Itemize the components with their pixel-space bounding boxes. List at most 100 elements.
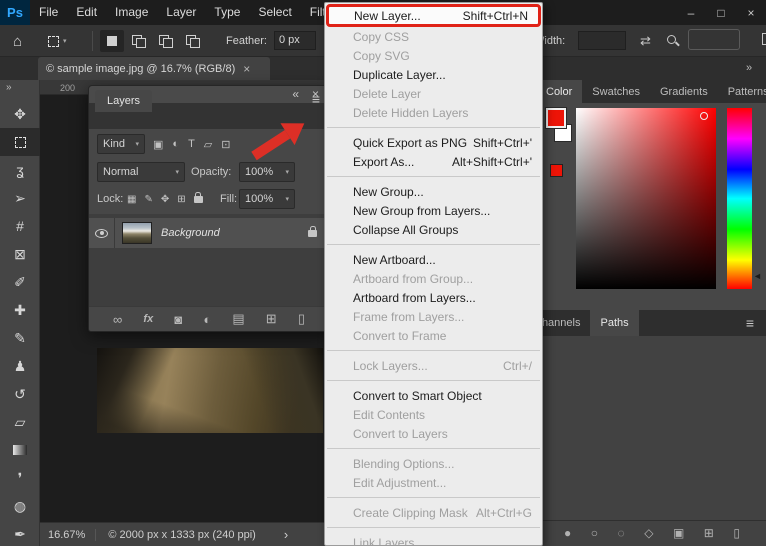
document-tab[interactable]: © sample image.jpg @ 16.7% (RGB/8) × <box>38 57 270 80</box>
new-group-icon[interactable]: ▤ <box>232 311 244 327</box>
eyedropper-tool[interactable]: ✐ <box>0 268 40 296</box>
lock-pixels-icon[interactable]: ✎ <box>144 194 152 205</box>
tab-patterns[interactable]: Patterns <box>718 80 766 103</box>
menu-item-artboard-from-layers[interactable]: Artboard from Layers... <box>325 288 542 307</box>
menu-layer[interactable]: Layer <box>157 0 205 25</box>
options-input-box[interactable] <box>688 29 740 50</box>
dodge-tool[interactable]: ◍ <box>0 492 40 520</box>
menu-item-quick-export-as-png[interactable]: Quick Export as PNGShift+Ctrl+' <box>325 133 542 152</box>
menu-item-convert-to-smart-object[interactable]: Convert to Smart Object <box>325 386 542 405</box>
menu-item-artboard-from-group[interactable]: Artboard from Group... <box>325 269 542 288</box>
filter-adjustment-layer-icon[interactable]: ◐ <box>172 138 179 150</box>
frame-tool[interactable]: ⊠ <box>0 240 40 268</box>
menu-item-lock-layers[interactable]: Lock Layers...Ctrl+/ <box>325 356 542 375</box>
blur-tool[interactable]: ❜ <box>0 464 40 492</box>
pen-tool[interactable]: ✒ <box>0 520 40 546</box>
menu-item-new-layer[interactable]: New Layer...Shift+Ctrl+N <box>326 4 541 27</box>
menu-item-delete-hidden-layers[interactable]: Delete Hidden Layers <box>325 103 542 122</box>
lasso-tool[interactable]: ʓ <box>0 156 40 184</box>
menu-item-copy-css[interactable]: Copy CSS <box>325 27 542 46</box>
new-selection-button[interactable] <box>100 30 124 52</box>
spot-healing-tool[interactable]: ✚ <box>0 296 40 324</box>
menu-item-export-as[interactable]: Export As...Alt+Shift+Ctrl+' <box>325 152 542 171</box>
menu-item-new-group[interactable]: New Group... <box>325 182 542 201</box>
menu-item-create-clipping-mask[interactable]: Create Clipping MaskAlt+Ctrl+G <box>325 503 542 522</box>
lock-transparency-icon[interactable]: ▦ <box>127 194 136 205</box>
filter-shape-layer-icon[interactable]: ▱ <box>204 138 212 151</box>
menu-item-copy-svg[interactable]: Copy SVG <box>325 46 542 65</box>
rectangular-marquee-tool[interactable] <box>0 128 40 156</box>
eraser-tool[interactable]: ▱ <box>0 408 40 436</box>
link-layers-icon[interactable]: ∞ <box>113 312 122 327</box>
menu-select[interactable]: Select <box>249 0 300 25</box>
make-work-path-icon[interactable]: ◇ <box>644 526 653 540</box>
filter-pixel-layer-icon[interactable]: ▣ <box>153 138 163 151</box>
layer-row[interactable]: Background <box>89 218 329 248</box>
menu-type[interactable]: Type <box>205 0 249 25</box>
filter-type-layer-icon[interactable]: T <box>188 138 195 150</box>
menu-item-edit-contents[interactable]: Edit Contents <box>325 405 542 424</box>
panel-menu-icon[interactable]: ≡ <box>746 315 754 331</box>
lock-icon[interactable] <box>308 230 317 237</box>
zoom-level[interactable]: 16.67% <box>48 529 96 541</box>
tab-layers[interactable]: Layers <box>95 90 152 112</box>
filter-smart-object-icon[interactable]: ⊡ <box>221 138 230 151</box>
fill-path-icon[interactable]: ● <box>564 526 571 540</box>
search-icon[interactable] <box>666 34 679 47</box>
new-layer-icon[interactable]: ⊞ <box>266 311 277 327</box>
hue-slider-marker[interactable]: ◄ <box>753 271 762 281</box>
home-icon[interactable]: ⌂ <box>13 25 22 57</box>
clone-stamp-tool[interactable]: ♟ <box>0 352 40 380</box>
tab-paths[interactable]: Paths <box>590 310 638 336</box>
collapse-panel-icon[interactable]: « <box>292 87 299 101</box>
window-close-button[interactable]: × <box>736 0 766 25</box>
color-picker-cursor[interactable] <box>700 112 708 120</box>
layer-style-icon[interactable]: fx <box>143 313 153 325</box>
color-sample-chip[interactable] <box>550 164 563 177</box>
menu-image[interactable]: Image <box>106 0 157 25</box>
menu-item-frame-from-layers[interactable]: Frame from Layers... <box>325 307 542 326</box>
menu-edit[interactable]: Edit <box>67 0 106 25</box>
foreground-color-swatch[interactable] <box>546 108 566 128</box>
adjustment-layer-icon[interactable]: ◐ <box>203 312 211 327</box>
menu-item-link-layers[interactable]: Link Layers <box>325 533 542 546</box>
width-input[interactable] <box>578 31 626 50</box>
layer-mask-icon[interactable]: ◙ <box>174 312 182 327</box>
visibility-cell[interactable] <box>89 218 115 248</box>
stroke-path-icon[interactable]: ○ <box>591 526 598 540</box>
share-icon[interactable] <box>762 33 766 45</box>
menu-item-delete-layer[interactable]: Delete Layer <box>325 84 542 103</box>
tab-swatches[interactable]: Swatches <box>582 80 650 103</box>
brush-tool[interactable]: ✎ <box>0 324 40 352</box>
load-selection-icon[interactable]: ◌ <box>618 526 625 540</box>
hue-slider[interactable] <box>727 108 752 289</box>
intersect-selection-button[interactable] <box>181 30 205 52</box>
add-to-selection-button[interactable] <box>127 30 151 52</box>
new-path-icon[interactable]: ⊞ <box>704 526 714 540</box>
window-minimize-button[interactable]: – <box>676 0 706 25</box>
panel-menu-icon[interactable]: ≡ <box>312 91 320 107</box>
menu-item-edit-adjustment[interactable]: Edit Adjustment... <box>325 473 542 492</box>
lock-all-icon[interactable] <box>194 196 203 203</box>
menu-item-convert-to-frame[interactable]: Convert to Frame <box>325 326 542 345</box>
menu-item-duplicate-layer[interactable]: Duplicate Layer... <box>325 65 542 84</box>
active-tool-badge[interactable]: ▾ <box>48 25 67 57</box>
add-mask-icon[interactable]: ▣ <box>673 526 684 540</box>
swap-dimensions-icon[interactable]: ⇄ <box>640 25 651 57</box>
tab-overflow-icon[interactable]: » <box>746 57 752 80</box>
crop-tool[interactable]: # <box>0 212 40 240</box>
feather-input[interactable]: 0 px <box>274 31 316 50</box>
subtract-from-selection-button[interactable] <box>154 30 178 52</box>
close-tab-icon[interactable]: × <box>243 62 250 76</box>
window-maximize-button[interactable]: □ <box>706 0 736 25</box>
menu-item-collapse-all-groups[interactable]: Collapse All Groups <box>325 220 542 239</box>
status-chevron-icon[interactable]: › <box>284 527 288 542</box>
kind-filter-dropdown[interactable]: Kind ▾ <box>97 134 145 154</box>
delete-path-icon[interactable]: ▯ <box>733 526 740 540</box>
object-selection-tool[interactable]: ➢ <box>0 184 40 212</box>
move-tool[interactable]: ✥ <box>0 100 40 128</box>
history-brush-tool[interactable]: ↺ <box>0 380 40 408</box>
blend-mode-dropdown[interactable]: Normal ▾ <box>97 162 185 182</box>
menu-item-convert-to-layers[interactable]: Convert to Layers <box>325 424 542 443</box>
fill-dropdown[interactable]: 100% ▾ <box>239 189 295 209</box>
